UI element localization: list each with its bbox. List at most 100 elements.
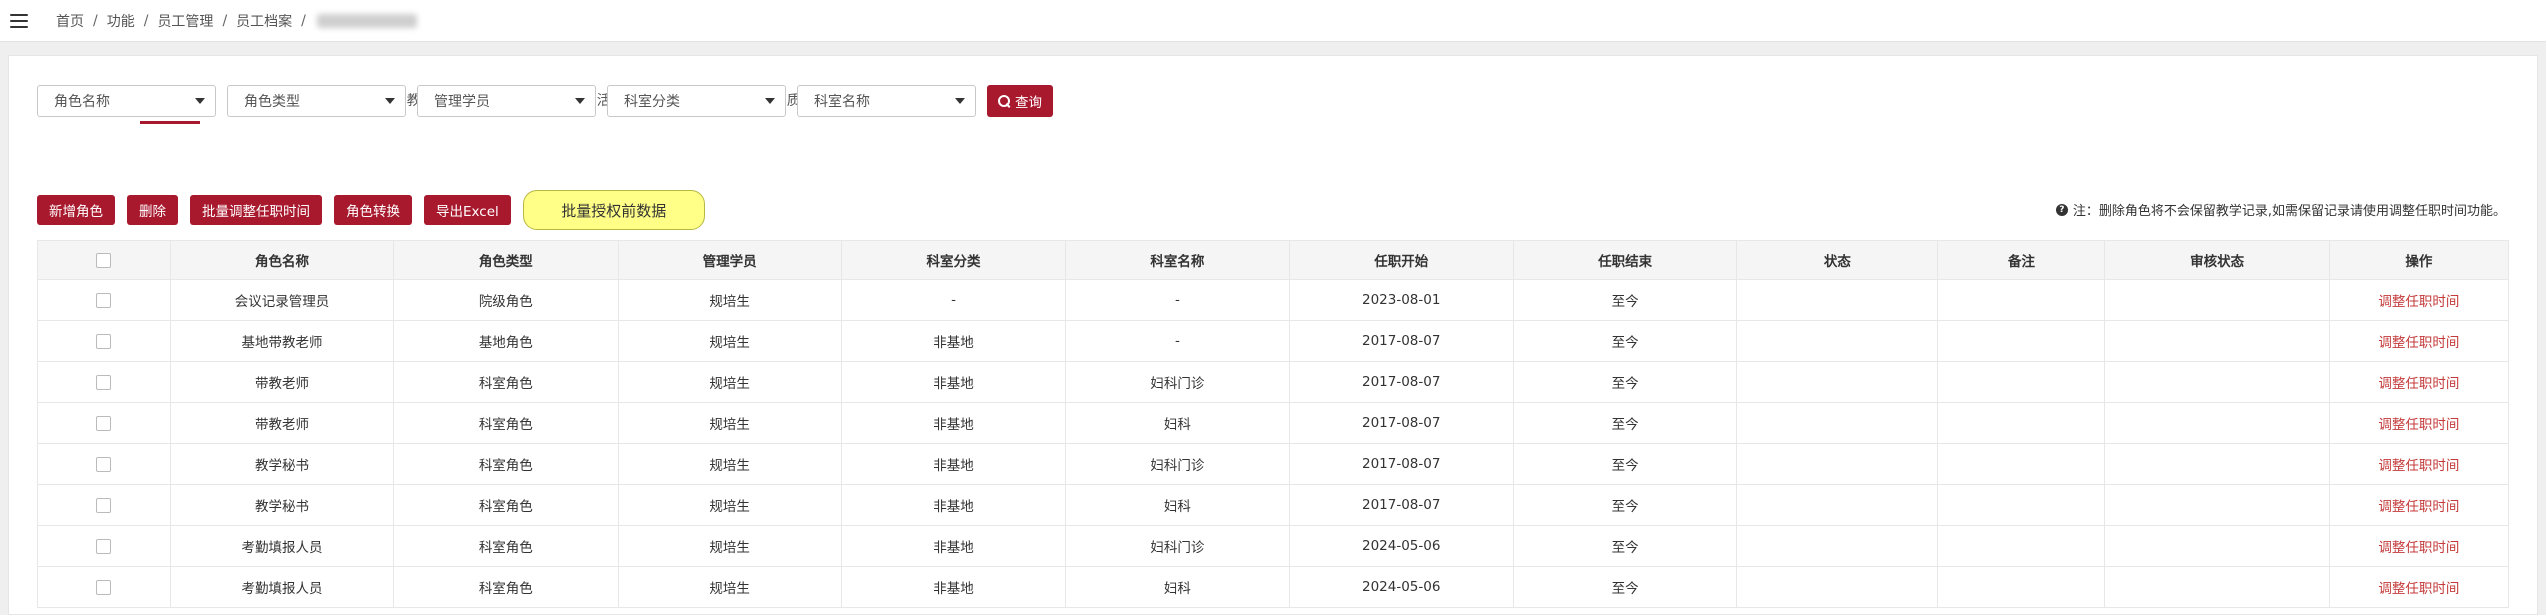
table-row: 考勤填报人员 科室角色 规培生 非基地 妇科门诊 2024-05-06 至今 调整任职时间 (37, 525, 2510, 567)
cell-student: 规培生 (617, 279, 842, 321)
column-header: 科室名称 (1065, 240, 1290, 280)
cell-status (1736, 443, 1939, 485)
managed-student-select[interactable]: 管理学员 (417, 85, 596, 117)
cell-remark (1937, 320, 2106, 362)
column-header: 任职结束 (1512, 240, 1738, 280)
breadcrumb-staff-archive[interactable]: 员工档案 (236, 11, 292, 31)
adjust-time-link[interactable]: 调整任职时间 (2378, 458, 2459, 474)
batch-adjust-time-button[interactable]: 批量调整任职时间 (190, 195, 322, 225)
row-checkbox[interactable] (96, 374, 112, 390)
row-checkbox[interactable] (96, 415, 112, 431)
column-header: 角色类型 (393, 240, 619, 280)
row-checkbox[interactable] (96, 292, 112, 308)
cell-status (1736, 279, 1939, 321)
row-select-cell (37, 484, 171, 526)
export-excel-button[interactable]: 导出Excel (424, 195, 511, 225)
role-name-select[interactable]: 角色名称 (37, 85, 216, 117)
cell-audit (2104, 566, 2330, 608)
cell-status (1736, 361, 1939, 403)
role-convert-button[interactable]: 角色转换 (334, 195, 412, 225)
table-row: 会议记录管理员 院级角色 规培生 - -2023-08-01 至今 调整任职时间 (37, 279, 2510, 321)
cell-student: 规培生 (617, 443, 842, 485)
cell-audit (2104, 361, 2330, 403)
cell-student: 规培生 (617, 566, 842, 608)
adjust-time-link[interactable]: 调整任职时间 (2378, 417, 2459, 433)
column-header: 角色名称 (169, 240, 395, 280)
adjust-time-link[interactable]: 调整任职时间 (2378, 499, 2459, 515)
breadcrumb-blurred-name (316, 13, 417, 28)
cell-operation: 调整任职时间 (2328, 443, 2510, 485)
cell-student: 规培生 (617, 402, 842, 444)
cell-dept: - (1065, 320, 1290, 362)
breadcrumb-staff-management[interactable]: 员工管理 (157, 11, 213, 31)
column-header: 管理学员 (617, 240, 842, 280)
breadcrumb-function[interactable]: 功能 (107, 11, 135, 31)
cell-audit (2104, 443, 2330, 485)
dept-name-select[interactable]: 科室名称 (797, 85, 976, 117)
cell-start: 2017-08-07 (1288, 402, 1514, 444)
cell-status (1736, 566, 1939, 608)
search-button[interactable]: 查询 (987, 85, 1053, 117)
cell-end: 至今 (1512, 402, 1738, 444)
top-bar: 首页 / 功能 / 员工管理 / 员工档案 / (0, 0, 2546, 42)
adjust-time-link[interactable]: 调整任职时间 (2378, 581, 2459, 597)
table-row: 基地带教老师 基地角色 规培生 非基地 -2017-08-07 至今 调整任职时间 (37, 320, 2510, 362)
batch-authorize-button[interactable]: 批量授权前数据 (522, 190, 705, 230)
cell-dept: 妇科 (1065, 566, 1290, 608)
cell-start: 2017-08-07 (1288, 484, 1514, 526)
row-checkbox[interactable] (96, 538, 112, 554)
cell-student: 规培生 (617, 525, 842, 567)
column-header: 状态 (1736, 240, 1939, 280)
cell-operation: 调整任职时间 (2328, 484, 2510, 526)
select-all-checkbox[interactable] (96, 252, 112, 268)
column-header: 审核状态 (2104, 240, 2330, 280)
row-checkbox[interactable] (96, 333, 112, 349)
breadcrumb-home[interactable]: 首页 (56, 11, 84, 31)
cell-category: 非基地 (840, 402, 1067, 444)
delete-note: ? 注：删除角色将不会保留教学记录,如需保留记录请使用调整任职时间功能。 (2055, 200, 2506, 219)
role-type-select[interactable]: 角色类型 (227, 85, 406, 117)
delete-button[interactable]: 删除 (127, 195, 178, 225)
row-checkbox[interactable] (96, 579, 112, 595)
cell-start: 2023-08-01 (1288, 279, 1514, 321)
cell-operation: 调整任职时间 (2328, 361, 2510, 403)
adjust-time-link[interactable]: 调整任职时间 (2378, 376, 2459, 392)
cell-dept: 妇科 (1065, 402, 1290, 444)
cell-remark (1937, 566, 2106, 608)
adjust-time-link[interactable]: 调整任职时间 (2378, 294, 2459, 310)
cell-type: 科室角色 (393, 566, 619, 608)
row-select-cell (37, 320, 171, 362)
row-checkbox[interactable] (96, 497, 112, 513)
dept-category-select[interactable]: 科室分类 (607, 85, 786, 117)
adjust-time-link[interactable]: 调整任职时间 (2378, 540, 2459, 556)
cell-category: 非基地 (840, 566, 1067, 608)
cell-name: 带教老师 (169, 402, 395, 444)
row-select-cell (37, 279, 171, 321)
row-select-cell (37, 443, 171, 485)
cell-end: 至今 (1512, 484, 1738, 526)
column-header: 科室分类 (840, 240, 1067, 280)
row-select-cell (37, 525, 171, 567)
chevron-down-icon (955, 98, 965, 104)
column-header: 备注 (1937, 240, 2106, 280)
add-role-button[interactable]: 新增角色 (37, 195, 115, 225)
cell-name: 教学秘书 (169, 484, 395, 526)
cell-end: 至今 (1512, 320, 1738, 362)
row-select-cell (37, 402, 171, 444)
cell-end: 至今 (1512, 361, 1738, 403)
table-row: 教学秘书 科室角色 规培生 非基地 妇科门诊 2017-08-07 至今 调整任职时间 (37, 443, 2510, 485)
hamburger-menu-icon[interactable] (10, 13, 28, 28)
cell-category: - (840, 279, 1067, 321)
cell-dept: 妇科门诊 (1065, 525, 1290, 567)
cell-status (1736, 320, 1939, 362)
row-checkbox[interactable] (96, 456, 112, 472)
cell-name: 会议记录管理员 (169, 279, 395, 321)
chevron-down-icon (385, 98, 395, 104)
cell-start: 2017-08-07 (1288, 361, 1514, 403)
adjust-time-link[interactable]: 调整任职时间 (2378, 335, 2459, 351)
cell-remark (1937, 402, 2106, 444)
cell-remark (1937, 525, 2106, 567)
table-row: 考勤填报人员 科室角色 规培生 非基地 妇科 2024-05-06 至今 调整任职时间 (37, 566, 2510, 608)
cell-remark (1937, 484, 2106, 526)
search-icon (998, 95, 1010, 107)
